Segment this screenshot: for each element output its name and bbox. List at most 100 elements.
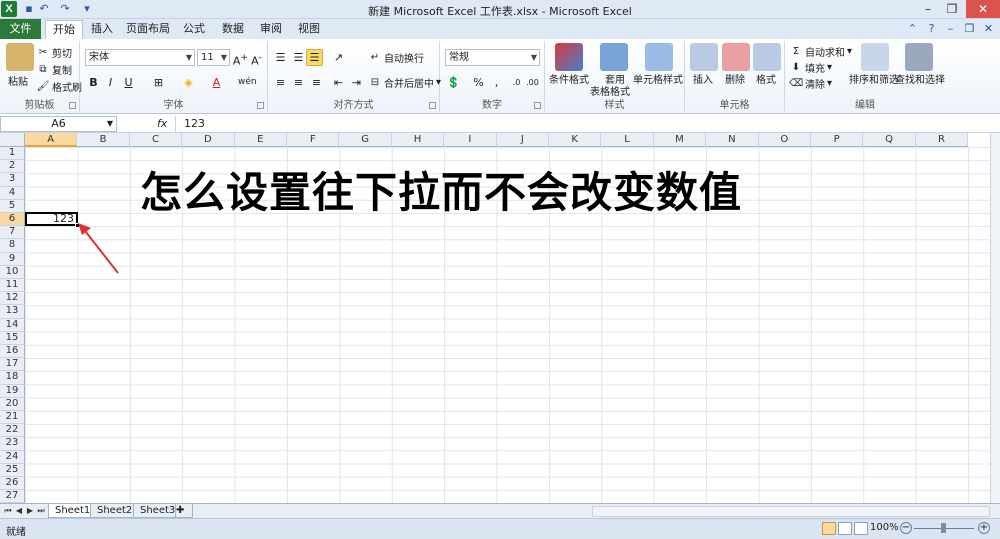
format-cells-icon[interactable] xyxy=(753,43,781,71)
row-header-8[interactable]: 8 xyxy=(0,239,25,253)
column-header-d[interactable]: D xyxy=(182,133,235,147)
row-header-23[interactable]: 23 xyxy=(0,437,25,451)
find-select-icon[interactable] xyxy=(905,43,933,71)
column-header-p[interactable]: P xyxy=(811,133,864,147)
tab-insert[interactable]: 插入 xyxy=(86,20,118,39)
orientation-icon[interactable]: ↗ xyxy=(330,49,347,66)
column-header-o[interactable]: O xyxy=(758,133,811,147)
comma-icon[interactable]: , xyxy=(488,74,505,91)
first-sheet-icon[interactable]: ⏮ xyxy=(3,505,13,517)
row-header-18[interactable]: 18 xyxy=(0,371,25,385)
minimize-doc-icon[interactable]: – xyxy=(943,21,958,36)
name-box[interactable]: A6 ▼ xyxy=(0,116,117,132)
prev-sheet-icon[interactable]: ◀ xyxy=(14,505,24,517)
alignment-launcher-icon[interactable] xyxy=(429,102,436,109)
next-sheet-icon[interactable]: ▶ xyxy=(25,505,35,517)
row-header-20[interactable]: 20 xyxy=(0,397,25,411)
column-header-q[interactable]: Q xyxy=(863,133,916,147)
tab-page-layout[interactable]: 页面布局 xyxy=(124,20,172,39)
column-header-c[interactable]: C xyxy=(129,133,183,147)
align-center-icon[interactable]: ≡ xyxy=(290,74,307,91)
insert-sheet-icon[interactable]: ✚ xyxy=(175,504,193,518)
row-header-14[interactable]: 14 xyxy=(0,318,25,332)
zoom-in-icon[interactable]: + xyxy=(978,522,990,534)
cell-styles-icon[interactable] xyxy=(645,43,673,71)
row-header-24[interactable]: 24 xyxy=(0,450,25,464)
delete-cells-icon[interactable] xyxy=(722,43,750,71)
close-doc-icon[interactable]: ✕ xyxy=(981,21,996,36)
horizontal-scrollbar[interactable] xyxy=(592,506,990,517)
insert-cells-button[interactable]: 插入 xyxy=(693,71,713,86)
sort-filter-icon[interactable] xyxy=(861,43,889,71)
align-bottom-icon[interactable]: ☰ xyxy=(306,49,323,66)
vertical-scrollbar[interactable] xyxy=(990,133,1000,503)
autosum-button[interactable]: Σ 自动求和 ▾ xyxy=(789,44,852,60)
number-format-select[interactable]: 常规 ▼ xyxy=(445,49,540,66)
help-icon[interactable]: ? xyxy=(924,21,939,36)
column-header-f[interactable]: F xyxy=(287,133,340,147)
close-icon[interactable]: ✕ xyxy=(966,0,1000,18)
row-header-9[interactable]: 9 xyxy=(0,252,25,266)
column-header-h[interactable]: H xyxy=(391,133,445,147)
row-header-17[interactable]: 17 xyxy=(0,358,25,372)
last-sheet-icon[interactable]: ⏭ xyxy=(36,505,46,517)
row-header-15[interactable]: 15 xyxy=(0,331,25,345)
row-header-26[interactable]: 26 xyxy=(0,477,25,491)
insert-function-icon[interactable]: fx xyxy=(157,117,167,130)
row-header-2[interactable]: 2 xyxy=(0,160,25,174)
column-header-m[interactable]: M xyxy=(653,133,707,147)
align-middle-icon[interactable]: ☰ xyxy=(290,49,307,66)
tab-file[interactable]: 文件 xyxy=(0,19,41,39)
conditional-format-button[interactable]: 条件格式 xyxy=(549,71,589,86)
paste-icon[interactable] xyxy=(6,43,34,71)
clipboard-launcher-icon[interactable] xyxy=(69,102,76,109)
wrap-text-button[interactable]: ↵ 自动换行 xyxy=(368,50,424,66)
paste-button[interactable]: 粘贴 xyxy=(8,73,28,88)
active-cell-a6[interactable]: 123 xyxy=(25,212,78,226)
cell-styles-button[interactable]: 单元格样式 xyxy=(633,71,683,86)
fill-color-icon[interactable]: ◈ xyxy=(180,74,197,91)
tab-view[interactable]: 视图 xyxy=(293,20,325,39)
border-icon[interactable]: ⊞ xyxy=(150,74,167,91)
zoom-out-icon[interactable]: − xyxy=(900,522,912,534)
align-top-icon[interactable]: ☰ xyxy=(272,49,289,66)
cut-button[interactable]: ✂ 剪切 xyxy=(36,45,72,61)
fill-button[interactable]: ⬇ 填充 ▾ xyxy=(789,60,832,76)
row-header-22[interactable]: 22 xyxy=(0,424,25,438)
page-break-view-icon[interactable] xyxy=(854,522,868,535)
copy-button[interactable]: ⧉ 复制 xyxy=(36,62,72,78)
zoom-slider-thumb[interactable] xyxy=(941,523,946,533)
insert-cells-icon[interactable] xyxy=(690,43,718,71)
formula-input[interactable]: 123 xyxy=(175,116,988,132)
row-header-6[interactable]: 6 xyxy=(0,213,25,227)
normal-view-icon[interactable] xyxy=(822,522,836,535)
delete-cells-button[interactable]: 删除 xyxy=(725,71,745,86)
row-header-11[interactable]: 11 xyxy=(0,279,25,293)
column-header-i[interactable]: I xyxy=(444,133,497,147)
column-header-j[interactable]: J xyxy=(496,133,549,147)
column-header-e[interactable]: E xyxy=(234,133,287,147)
tab-review[interactable]: 审阅 xyxy=(255,20,287,39)
tab-home[interactable]: 开始 xyxy=(45,20,83,39)
restore-icon[interactable]: ❐ xyxy=(938,0,966,18)
row-header-12[interactable]: 12 xyxy=(0,292,25,306)
row-header-10[interactable]: 10 xyxy=(0,265,25,279)
column-header-k[interactable]: K xyxy=(549,133,602,147)
row-header-7[interactable]: 7 xyxy=(0,226,25,240)
restore-doc-icon[interactable]: ❐ xyxy=(962,21,977,36)
row-header-19[interactable]: 19 xyxy=(0,384,25,398)
worksheet-grid[interactable]: ABCDEFGHIJKLMNOPQR 1 2 3 4 5 6 7 8 9 10 11 12 13 14 15… xyxy=(0,133,990,503)
font-color-icon[interactable]: A xyxy=(208,74,225,91)
align-right-icon[interactable]: ≡ xyxy=(308,74,325,91)
grow-font-icon[interactable]: A+ xyxy=(232,49,249,68)
decrease-indent-icon[interactable]: ⇤ xyxy=(330,74,347,91)
zoom-level[interactable]: 100% xyxy=(870,522,899,533)
format-painter-button[interactable]: 🖌 格式刷 xyxy=(36,79,82,95)
decrease-decimal-icon[interactable]: .00 xyxy=(524,74,541,91)
column-header-n[interactable]: N xyxy=(706,133,759,147)
column-header-g[interactable]: G xyxy=(339,133,392,147)
merge-center-button[interactable]: ⊟ 合并后居中 ▾ xyxy=(368,75,441,91)
font-size-select[interactable]: 11 ▼ xyxy=(197,49,230,66)
increase-decimal-icon[interactable]: .0 xyxy=(508,74,525,91)
row-header-13[interactable]: 13 xyxy=(0,305,25,319)
